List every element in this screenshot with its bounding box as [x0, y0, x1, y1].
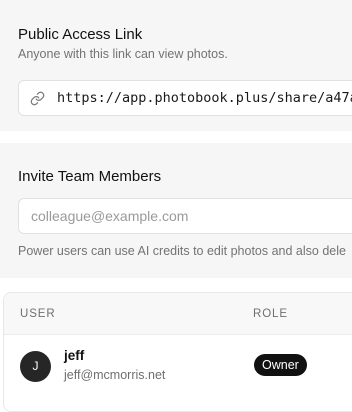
column-header-user: USER — [20, 308, 56, 320]
role-badge: Owner — [254, 354, 307, 376]
link-icon — [30, 91, 45, 106]
column-header-role: ROLE — [253, 308, 288, 320]
members-table: USER ROLE J jeff jeff@mcmorris.net Owner — [3, 292, 352, 412]
invite-email-input[interactable] — [18, 198, 352, 234]
public-link-panel: Public Access Link Anyone with this link… — [0, 0, 352, 131]
invite-panel: Invite Team Members Power users can use … — [0, 143, 352, 278]
share-link-field[interactable]: https://app.photobook.plus/share/a47a — [18, 80, 352, 116]
avatar: J — [20, 351, 51, 382]
invite-hint: Power users can use AI credits to edit p… — [18, 244, 346, 258]
user-email: jeff@mcmorris.net — [64, 368, 166, 382]
share-link-url[interactable]: https://app.photobook.plus/share/a47a — [57, 90, 352, 106]
public-link-subtitle: Anyone with this link can view photos. — [18, 47, 228, 61]
table-header: USER ROLE — [4, 293, 352, 335]
invite-title: Invite Team Members — [18, 168, 162, 185]
user-name: jeff — [64, 348, 85, 363]
public-link-title: Public Access Link — [18, 26, 143, 43]
